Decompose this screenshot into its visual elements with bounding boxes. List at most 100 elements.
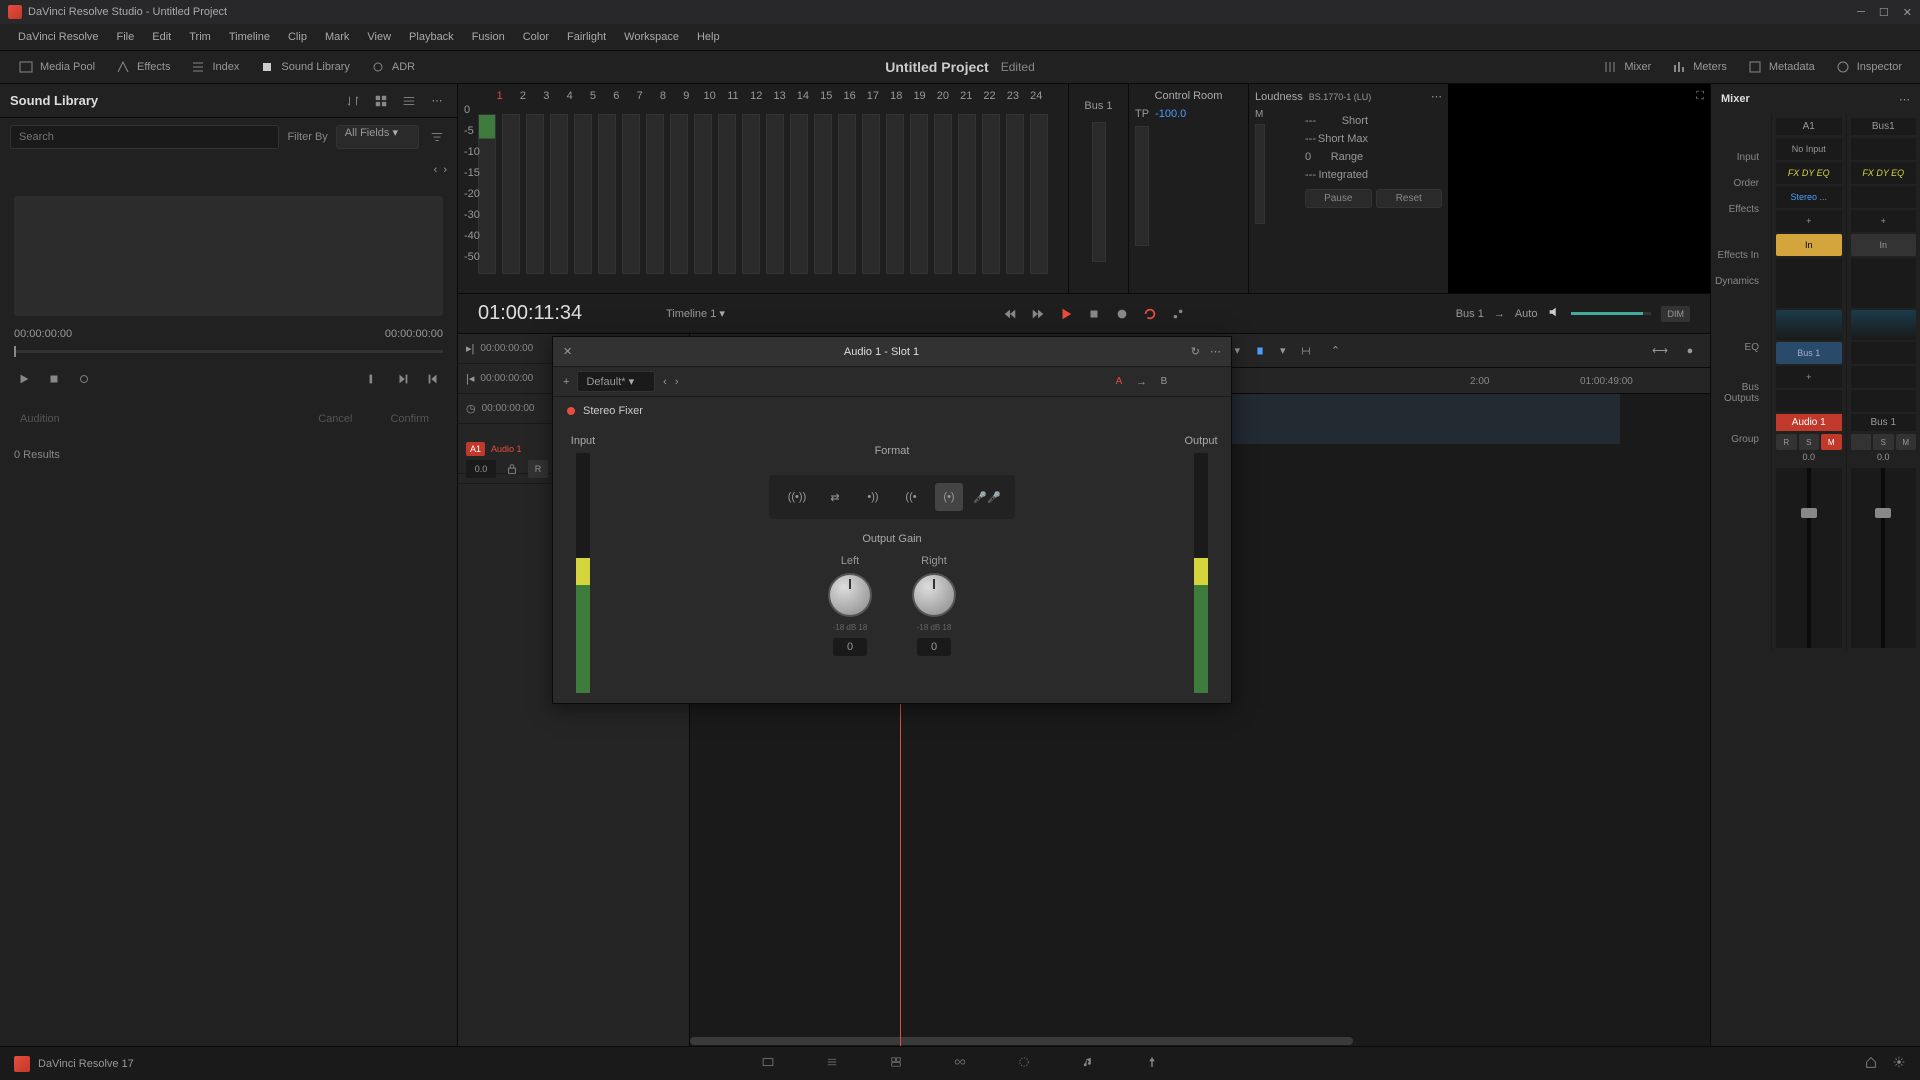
format-mono-right-icon[interactable]: •)) (859, 483, 887, 511)
loop-button[interactable] (1143, 307, 1157, 321)
menu-help[interactable]: Help (689, 27, 728, 47)
bus-output[interactable]: Bus 1 (1456, 308, 1484, 320)
eq-slot[interactable] (1776, 310, 1842, 340)
track-a1[interactable]: A1 (466, 442, 485, 456)
preset-select[interactable]: Default* ▾ (577, 371, 655, 392)
fusion-page-icon[interactable] (953, 1055, 967, 1072)
stop-button[interactable] (1087, 307, 1101, 321)
mixer-button[interactable]: Mixer (1592, 55, 1661, 79)
format-mono-sum-icon[interactable]: (•) (935, 483, 963, 511)
ch-mute[interactable]: M (1821, 434, 1842, 450)
loudness-options-icon[interactable]: ⋯ (1431, 90, 1442, 103)
inspector-button[interactable]: Inspector (1825, 55, 1912, 79)
reset-button[interactable]: Reset (1376, 189, 1443, 208)
channel-a1[interactable]: A1 (1776, 118, 1842, 135)
input-slot[interactable]: No Input (1776, 138, 1842, 160)
plugin-enable-icon[interactable] (567, 407, 575, 415)
effects-in-slot[interactable]: In (1776, 234, 1842, 256)
loop-icon[interactable] (74, 369, 94, 389)
fairlight-page-icon[interactable] (1081, 1055, 1095, 1072)
format-stereo-icon[interactable]: ((•)) (783, 483, 811, 511)
menu-color[interactable]: Color (515, 27, 557, 47)
search-input[interactable] (10, 125, 279, 149)
right-gain-knob[interactable] (912, 573, 956, 617)
rewind-button[interactable] (1003, 307, 1017, 321)
add-preset-icon[interactable]: + (563, 376, 569, 388)
cancel-button[interactable]: Cancel (304, 407, 366, 431)
horizontal-scrollbar[interactable] (690, 1036, 1710, 1046)
format-mono-left-icon[interactable]: ((• (897, 483, 925, 511)
stop-icon[interactable] (44, 369, 64, 389)
filter-options-icon[interactable] (427, 127, 447, 147)
confirm-button[interactable]: Confirm (376, 407, 443, 431)
group-slot[interactable] (1776, 390, 1842, 412)
menu-view[interactable]: View (359, 27, 399, 47)
next-icon[interactable]: › (443, 164, 447, 188)
goto-end-icon[interactable]: |◂ (466, 372, 474, 385)
mark-in-icon[interactable] (363, 369, 383, 389)
plugin-close-icon[interactable]: ✕ (563, 345, 572, 358)
sound-library-button[interactable]: Sound Library (249, 55, 360, 79)
zoom-fit-icon[interactable]: ⟷ (1650, 341, 1670, 361)
preset-prev-icon[interactable]: ‹ (663, 376, 667, 388)
menu-edit[interactable]: Edit (144, 27, 179, 47)
left-gain-knob[interactable] (828, 573, 872, 617)
metadata-button[interactable]: Metadata (1737, 55, 1825, 79)
timeline-selector[interactable]: Timeline 1 ▾ (658, 303, 733, 324)
skip-prev-icon[interactable] (423, 369, 443, 389)
link-icon[interactable]: ⌃ (1326, 341, 1346, 361)
audition-button[interactable]: Audition (14, 407, 294, 431)
add-bus-slot[interactable]: + (1776, 366, 1842, 388)
cut-page-icon[interactable] (825, 1055, 839, 1072)
fader-bus1[interactable] (1851, 468, 1917, 648)
options-icon[interactable]: ⋯ (427, 91, 447, 111)
skip-next-icon[interactable] (393, 369, 413, 389)
deliver-page-icon[interactable] (1145, 1055, 1159, 1072)
edit-page-icon[interactable] (889, 1055, 903, 1072)
home-icon[interactable] (1864, 1055, 1878, 1072)
menu-mark[interactable]: Mark (317, 27, 357, 47)
play-button[interactable] (1059, 307, 1073, 321)
format-mics-icon[interactable]: 🎤🎤 (973, 483, 1001, 511)
ch-solo[interactable]: S (1799, 434, 1820, 450)
menu-file[interactable]: File (109, 27, 143, 47)
dynamics-slot[interactable] (1776, 258, 1842, 308)
speaker-icon[interactable] (1547, 305, 1561, 322)
menu-fairlight[interactable]: Fairlight (559, 27, 614, 47)
mixer-options-icon[interactable]: ⋯ (1899, 93, 1910, 106)
gain-value[interactable]: 0.0 (466, 460, 496, 478)
fader-a1[interactable] (1776, 468, 1842, 648)
settings-icon[interactable] (1892, 1055, 1906, 1072)
media-pool-button[interactable]: Media Pool (8, 55, 105, 79)
menu-timeline[interactable]: Timeline (221, 27, 278, 47)
format-swap-icon[interactable]: ⇄ (821, 483, 849, 511)
menu-resolve[interactable]: DaVinci Resolve (10, 27, 107, 47)
left-gain-value[interactable]: 0 (833, 638, 867, 656)
fast-forward-button[interactable] (1031, 307, 1045, 321)
compare-a-button[interactable]: A (1110, 373, 1128, 391)
menu-clip[interactable]: Clip (280, 27, 315, 47)
order-slot[interactable]: FX DY EQ (1776, 162, 1842, 184)
prev-icon[interactable]: ‹ (434, 164, 438, 188)
filter-select[interactable]: All Fields ▾ (336, 125, 419, 149)
add-effect-slot[interactable]: + (1776, 210, 1842, 232)
close-icon[interactable]: ✕ (1903, 6, 1912, 19)
goto-start-icon[interactable]: ▸| (466, 342, 474, 355)
media-page-icon[interactable] (761, 1055, 775, 1072)
pause-button[interactable]: Pause (1305, 189, 1372, 208)
expand-icon[interactable]: ⛶ (1696, 90, 1704, 103)
effects-slot[interactable]: Stereo ... (1776, 186, 1842, 208)
preview-scrubber[interactable] (14, 350, 443, 353)
channel-bus1[interactable]: Bus1 (1851, 118, 1917, 135)
zoom-icon[interactable]: ● (1680, 341, 1700, 361)
auto-button[interactable]: Auto (1515, 308, 1538, 320)
plugin-reset-icon[interactable]: ↻ (1191, 345, 1200, 358)
bus-output-slot[interactable]: Bus 1 (1776, 342, 1842, 364)
snap-icon[interactable] (1296, 341, 1316, 361)
maximize-icon[interactable]: ☐ (1879, 6, 1889, 19)
menu-fusion[interactable]: Fusion (464, 27, 513, 47)
record-arm-button[interactable]: R (528, 460, 548, 478)
preset-next-icon[interactable]: › (675, 376, 679, 388)
flag-b-icon[interactable] (1250, 341, 1270, 361)
play-icon[interactable] (14, 369, 34, 389)
